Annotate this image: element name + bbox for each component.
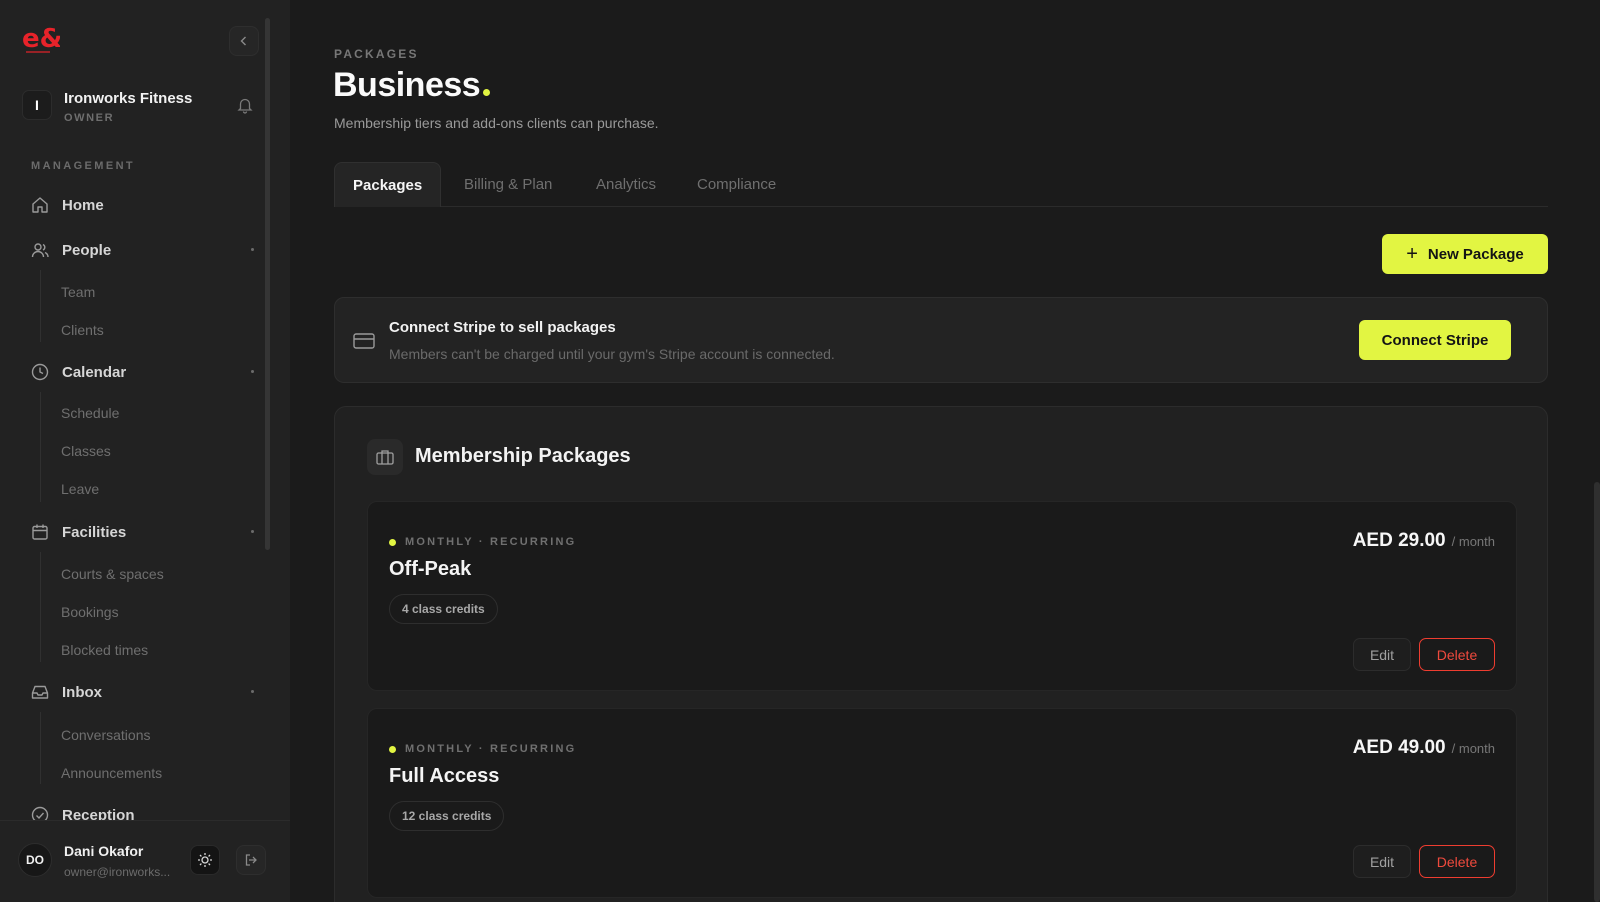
package-card: MONTHLY · RECURRING Off-Peak 4 class cre… bbox=[367, 501, 1517, 691]
user-email: owner@ironworks... bbox=[64, 865, 171, 879]
clock-icon bbox=[31, 363, 49, 381]
sidebar-subitem-announcements[interactable]: Announcements bbox=[61, 765, 162, 781]
sidebar-subitem-leave[interactable]: Leave bbox=[61, 481, 99, 497]
sidebar-subitem-bookings[interactable]: Bookings bbox=[61, 604, 119, 620]
package-price: AED 29.00 / month bbox=[1353, 530, 1495, 552]
delete-package-button[interactable]: Delete bbox=[1419, 845, 1495, 878]
delete-package-button[interactable]: Delete bbox=[1419, 638, 1495, 671]
package-price: AED 49.00 / month bbox=[1353, 737, 1495, 759]
inbox-icon bbox=[31, 685, 49, 699]
section-label-management: MANAGEMENT bbox=[31, 160, 136, 172]
sidebar-item-label: People bbox=[62, 241, 112, 259]
package-meta-text: MONTHLY · RECURRING bbox=[405, 743, 577, 755]
subnav-line bbox=[40, 392, 41, 502]
page-title-text: Business bbox=[333, 66, 481, 104]
package-price-period: / month bbox=[1451, 534, 1495, 549]
membership-packages-panel: Membership Packages MONTHLY · RECURRING … bbox=[334, 406, 1548, 902]
calendar-icon bbox=[32, 524, 48, 540]
logout-icon bbox=[245, 854, 257, 866]
package-meta: MONTHLY · RECURRING bbox=[389, 743, 576, 755]
sun-icon bbox=[198, 853, 212, 867]
tab-bar: Packages Billing & Plan Analytics Compli… bbox=[334, 162, 1548, 207]
package-price-amount: AED 29.00 bbox=[1352, 530, 1446, 551]
new-package-label: New Package bbox=[1427, 245, 1524, 263]
stripe-connect-banner: Connect Stripe to sell packages Members … bbox=[334, 297, 1548, 383]
sidebar-subitem-classes[interactable]: Classes bbox=[61, 443, 111, 459]
users-icon bbox=[31, 243, 49, 258]
main-content: PACKAGES Business Membership tiers and a… bbox=[290, 0, 1600, 902]
sidebar-item-inbox[interactable]: Inbox bbox=[30, 679, 254, 705]
sidebar-scrollbar[interactable] bbox=[265, 18, 270, 550]
plus-icon: + bbox=[1406, 243, 1418, 265]
sidebar-subitem-team[interactable]: Team bbox=[61, 284, 95, 300]
tab-analytics[interactable]: Analytics bbox=[596, 162, 656, 207]
sidebar-item-label: Facilities bbox=[62, 523, 127, 541]
bell-icon[interactable] bbox=[236, 96, 254, 114]
panel-title: Membership Packages bbox=[415, 445, 631, 467]
sidebar-item-label: Calendar bbox=[62, 363, 127, 381]
tab-packages[interactable]: Packages bbox=[334, 162, 442, 207]
stripe-banner-title: Connect Stripe to sell packages bbox=[389, 319, 616, 336]
home-icon bbox=[32, 197, 48, 213]
subnav-line bbox=[40, 270, 41, 342]
sidebar-subitem-blocked-times[interactable]: Blocked times bbox=[61, 642, 148, 658]
package-card: MONTHLY · RECURRING Full Access 12 class… bbox=[367, 708, 1517, 898]
org-avatar: I bbox=[22, 90, 52, 120]
page-subtitle: Membership tiers and add-ons clients can… bbox=[334, 115, 659, 131]
org-name: Ironworks Fitness bbox=[64, 90, 193, 107]
package-price-amount: AED 49.00 bbox=[1352, 737, 1446, 758]
org-role: OWNER bbox=[64, 112, 115, 124]
sidebar-subitem-conversations[interactable]: Conversations bbox=[61, 727, 151, 743]
sidebar-subitem-clients[interactable]: Clients bbox=[61, 322, 104, 338]
sidebar: e& I Ironworks Fitness OWNER MANAGEMENT … bbox=[0, 0, 290, 902]
chevron-down-icon bbox=[251, 530, 254, 533]
sidebar-item-people[interactable]: People bbox=[30, 237, 254, 263]
sidebar-subitem-schedule[interactable]: Schedule bbox=[61, 405, 119, 421]
status-dot bbox=[389, 538, 396, 546]
edit-package-button[interactable]: Edit bbox=[1353, 638, 1411, 671]
avatar[interactable]: DO bbox=[18, 843, 52, 877]
status-dot bbox=[389, 745, 396, 753]
package-meta: MONTHLY · RECURRING bbox=[389, 536, 576, 548]
credit-card-icon bbox=[353, 333, 375, 349]
package-name: Full Access bbox=[389, 765, 500, 787]
new-package-button[interactable]: + New Package bbox=[1382, 234, 1548, 274]
package-price-period: / month bbox=[1451, 741, 1495, 756]
theme-toggle-button[interactable] bbox=[190, 845, 220, 875]
tab-billing-plan[interactable]: Billing & Plan bbox=[464, 162, 552, 207]
svg-text:e&: e& bbox=[22, 24, 60, 54]
subnav-line bbox=[40, 552, 41, 662]
edit-package-button[interactable]: Edit bbox=[1353, 845, 1411, 878]
sidebar-item-calendar[interactable]: Calendar bbox=[30, 359, 254, 385]
package-meta-text: MONTHLY · RECURRING bbox=[405, 536, 577, 548]
package-name: Off-Peak bbox=[389, 558, 472, 580]
user-name: Dani Okafor bbox=[64, 843, 144, 859]
page-scrollbar[interactable] bbox=[1594, 482, 1600, 902]
sidebar-item-label: Home bbox=[62, 196, 104, 214]
sidebar-item-facilities[interactable]: Facilities bbox=[30, 519, 254, 545]
chevron-left-icon bbox=[240, 36, 246, 46]
chevron-down-icon bbox=[251, 690, 254, 693]
sidebar-footer: DO Dani Okafor owner@ironworks... bbox=[0, 820, 290, 902]
sidebar-item-home[interactable]: Home bbox=[30, 192, 254, 218]
sidebar-subitem-courts[interactable]: Courts & spaces bbox=[61, 566, 164, 582]
tab-compliance[interactable]: Compliance bbox=[697, 162, 776, 207]
briefcase-icon bbox=[367, 439, 403, 475]
package-credits-badge: 12 class credits bbox=[389, 801, 505, 831]
org-switcher[interactable]: I Ironworks Fitness OWNER bbox=[22, 90, 262, 134]
package-credits-badge: 4 class credits bbox=[389, 594, 498, 624]
chevron-down-icon bbox=[251, 248, 254, 251]
page-title: Business bbox=[333, 66, 491, 105]
subnav-line bbox=[40, 712, 41, 784]
brand-logo[interactable]: e& bbox=[20, 20, 62, 60]
chevron-down-icon bbox=[251, 370, 254, 373]
connect-stripe-button[interactable]: Connect Stripe bbox=[1359, 320, 1511, 360]
page-eyebrow: PACKAGES bbox=[334, 47, 419, 61]
title-accent-dot bbox=[483, 89, 491, 96]
collapse-sidebar-button[interactable] bbox=[229, 26, 259, 56]
stripe-banner-description: Members can't be charged until your gym'… bbox=[389, 346, 835, 362]
logout-button[interactable] bbox=[236, 845, 266, 875]
sidebar-item-label: Inbox bbox=[62, 683, 102, 701]
